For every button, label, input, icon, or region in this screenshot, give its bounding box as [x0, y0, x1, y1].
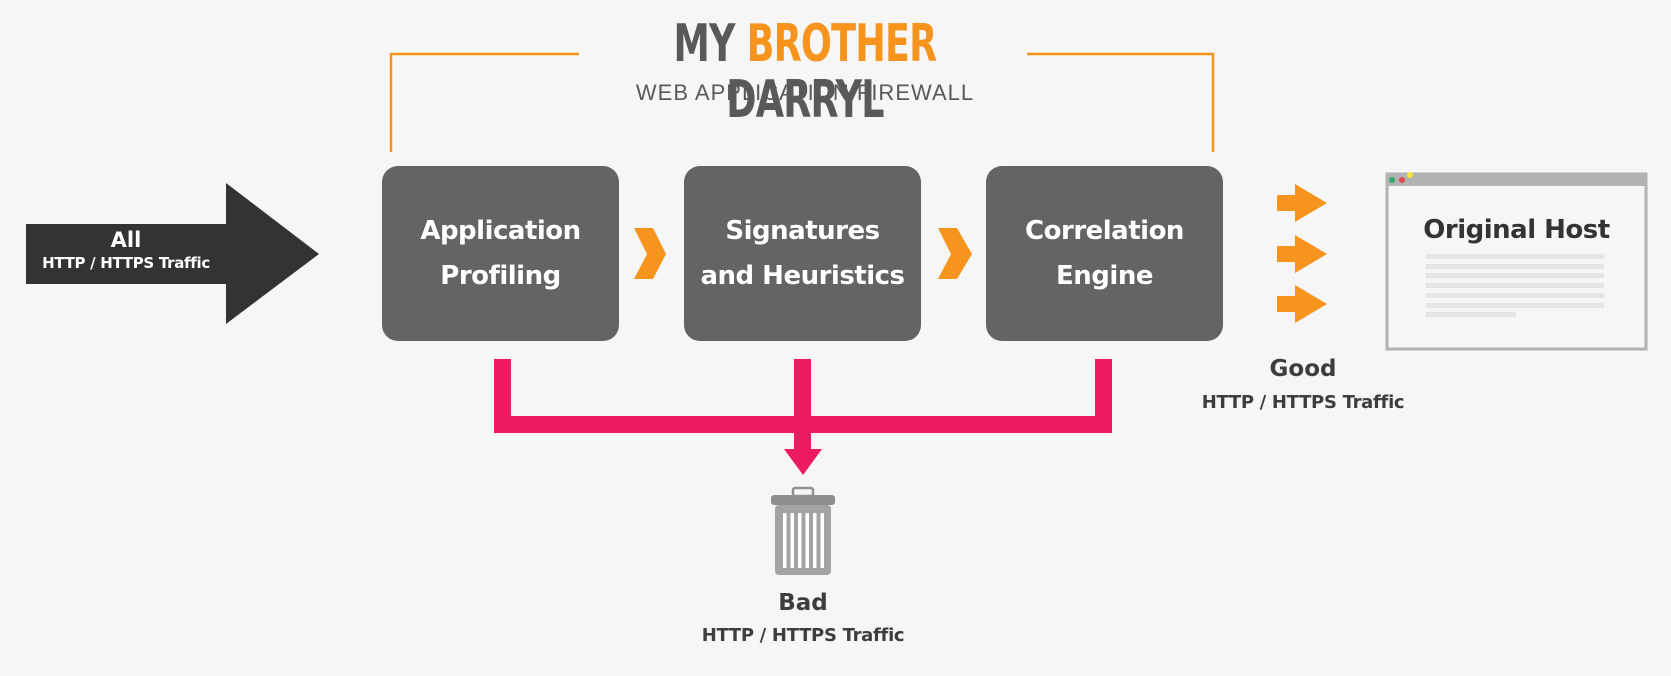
stage-label-line1: Signatures [725, 215, 880, 246]
arrow-right-icon [1277, 285, 1327, 323]
bad-traffic-sublabel: HTTP / HTTPS Traffic [701, 625, 905, 646]
original-host-title: Original Host [1423, 215, 1610, 245]
stage-label-line2: Engine [1056, 260, 1153, 291]
stage-label-line1: Application [420, 215, 581, 246]
stage-application-profiling: Application Profiling [382, 166, 619, 341]
brand-subtitle: WEB APPLICATION FIREWALL [635, 80, 975, 105]
window-dot-red [1399, 177, 1405, 183]
good-traffic-sublabel: HTTP / HTTPS Traffic [1201, 392, 1405, 413]
good-traffic-label: Good [1269, 356, 1337, 382]
arrow-right-icon [1277, 184, 1327, 222]
window-dot-green [1389, 177, 1395, 183]
chevron-right-icon [634, 228, 666, 279]
brand-title-part1: MY [673, 14, 735, 74]
input-sublabel: HTTP / HTTPS Traffic [42, 254, 210, 272]
arrow-right-icon [1277, 235, 1327, 273]
reject-path [494, 359, 1112, 475]
stage-correlation-engine: Correlation Engine [986, 166, 1223, 341]
stage-label-line2: and Heuristics [700, 260, 905, 291]
brand-title: MY BROTHER DARRYL [614, 16, 996, 128]
stage-signatures-heuristics: Signatures and Heuristics [684, 166, 921, 341]
good-traffic-arrows [1277, 184, 1327, 323]
stage-label-line1: Correlation [1025, 215, 1184, 246]
trash-icon [771, 486, 835, 575]
arrow-down-icon [784, 449, 822, 475]
bad-traffic-label: Bad [778, 590, 828, 616]
firewall-bracket-right [1027, 52, 1215, 152]
brand-title-part2: BROTHER [746, 14, 938, 74]
window-dot-yellow [1407, 172, 1413, 178]
firewall-bracket-left [389, 52, 579, 152]
chevron-right-icon [938, 228, 972, 279]
stage-label-line2: Profiling [440, 260, 561, 291]
browser-window-icon [1385, 172, 1648, 351]
input-label: All [110, 228, 142, 252]
